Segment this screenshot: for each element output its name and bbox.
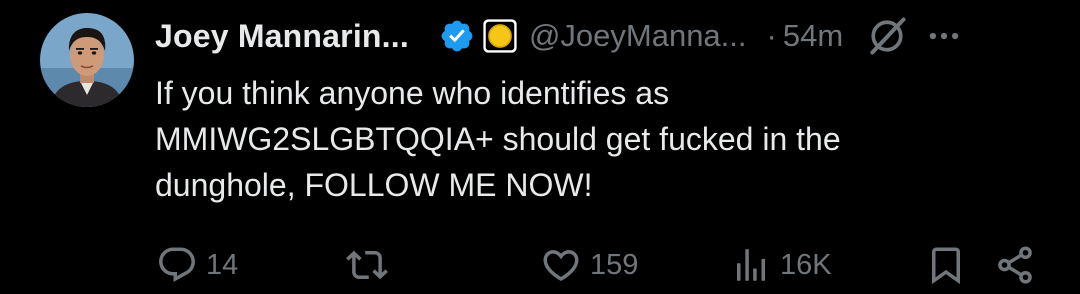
bookmark-icon xyxy=(932,247,960,285)
share-button[interactable] xyxy=(994,238,1036,292)
author-handle[interactable]: @JoeyManna... xyxy=(529,18,747,54)
tweet-header: Joey Mannarin... @JoeyManna... · 54m xyxy=(155,14,1055,58)
display-name[interactable]: Joey Mannarin... xyxy=(155,18,409,55)
verified-badge-icon[interactable] xyxy=(439,18,475,54)
reply-count: 14 xyxy=(206,248,239,281)
like-count: 159 xyxy=(590,248,639,281)
retweet-icon xyxy=(346,250,388,280)
tweet-text-line: dunghole, FOLLOW ME NOW! xyxy=(155,167,593,203)
share-icon xyxy=(998,246,1032,284)
like-button[interactable]: 159 xyxy=(540,238,638,292)
tweet-card[interactable]: Joey Mannarin... @JoeyManna... · 54m If … xyxy=(0,0,1080,294)
affiliate-badge-icon[interactable] xyxy=(481,17,519,55)
reply-button[interactable]: 14 xyxy=(156,238,238,292)
avatar[interactable] xyxy=(40,13,134,107)
views-chart-icon xyxy=(737,249,765,281)
grok-icon[interactable] xyxy=(865,14,909,58)
action-bar: 14 159 16K xyxy=(0,238,1080,292)
tweet-text-line: MMIWG2SLGBTQQIA+ should get fucked in th… xyxy=(155,121,841,157)
bookmark-button[interactable] xyxy=(925,238,967,292)
more-options-icon[interactable] xyxy=(925,17,963,55)
timestamp[interactable]: 54m xyxy=(783,18,843,54)
reply-icon xyxy=(159,247,195,282)
tweet-text-line: If you think anyone who identifies as xyxy=(155,75,670,111)
views-count: 16K xyxy=(780,248,832,281)
profile-photo xyxy=(40,13,134,107)
separator-dot: · xyxy=(766,18,777,53)
tweet-text: If you think anyone who identifies as MM… xyxy=(155,70,1015,208)
views-button[interactable]: 16K xyxy=(730,238,832,292)
retweet-button[interactable] xyxy=(346,238,396,292)
heart-icon xyxy=(543,250,579,282)
